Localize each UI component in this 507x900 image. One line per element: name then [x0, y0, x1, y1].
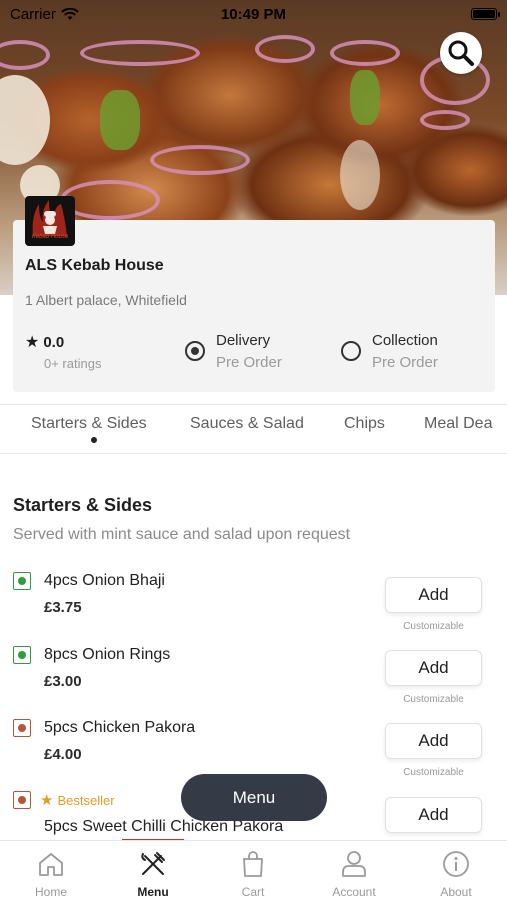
star-icon: ★: [25, 334, 40, 351]
add-button[interactable]: Add: [385, 723, 482, 759]
item-price: £3.75: [44, 599, 82, 616]
fork-knife-icon: [141, 852, 165, 875]
restaurant-name: ALS Kebab House: [25, 257, 164, 274]
active-tab-indicator: [91, 437, 97, 443]
item-price: £3.00: [44, 673, 82, 690]
status-bar: Carrier 10:49 PM: [0, 0, 507, 28]
collection-sub: Pre Order: [372, 354, 438, 371]
item-name: 4pcs Onion Bhaji: [44, 572, 165, 589]
logo-text: Kebab House: [31, 234, 69, 240]
customizable-label: Customizable: [403, 694, 464, 705]
search-button[interactable]: [440, 32, 482, 74]
section-title: Starters & Sides: [13, 495, 153, 515]
nav-menu[interactable]: Menu: [103, 841, 203, 900]
item-price: £4.00: [44, 746, 82, 763]
add-button[interactable]: Add: [385, 797, 482, 833]
nav-account-label: Account: [332, 885, 376, 899]
rating-value: 0.0: [43, 333, 65, 351]
veg-icon: [13, 646, 31, 664]
battery-icon: [471, 8, 500, 20]
delivery-label: Delivery: [216, 332, 271, 349]
non-veg-icon: [13, 719, 31, 737]
nav-home[interactable]: Home: [1, 841, 101, 900]
tab-starters-sides[interactable]: Starters & Sides: [31, 415, 147, 433]
restaurant-address: 1 Albert palace, Whitefield: [25, 292, 187, 308]
radio-selected-icon[interactable]: [185, 341, 205, 361]
tab-meal-deals[interactable]: Meal Dea: [424, 415, 492, 433]
nav-home-label: Home: [34, 885, 67, 899]
radio-unselected-icon[interactable]: [341, 341, 361, 361]
customizable-label: Customizable: [403, 621, 464, 632]
info-icon: [443, 851, 469, 877]
nav-about-label: About: [440, 885, 472, 899]
add-button[interactable]: Add: [385, 650, 482, 686]
bottom-nav: Home Menu Cart Account About: [0, 840, 507, 900]
restaurant-logo: Kebab House: [25, 196, 75, 246]
user-icon: [342, 851, 366, 877]
delivery-option[interactable]: Delivery Pre Order: [185, 332, 282, 371]
add-button[interactable]: Add: [385, 577, 482, 613]
item-name: 5pcs Chicken Pakora: [44, 719, 196, 736]
menu-floating-button[interactable]: Menu: [181, 774, 327, 821]
customizable-label: Customizable: [403, 767, 464, 778]
tab-sauces-salad[interactable]: Sauces & Salad: [190, 415, 304, 433]
restaurant-info-card: Kebab House ALS Kebab House 1 Albert pal…: [13, 196, 495, 392]
collection-label: Collection: [372, 332, 438, 349]
status-time: 10:49 PM: [220, 6, 287, 23]
nav-menu-label: Menu: [137, 885, 169, 899]
rating-count: 0+ ratings: [44, 356, 102, 371]
section-subtitle: Served with mint sauce and salad upon re…: [13, 526, 351, 543]
non-veg-icon: [13, 791, 31, 809]
nav-account[interactable]: Account: [304, 841, 404, 900]
category-tabs: Starters & Sides Sauces & Salad Chips Me…: [0, 404, 507, 454]
nav-about[interactable]: About: [406, 841, 506, 900]
item-name: 8pcs Onion Rings: [44, 646, 171, 663]
search-icon: [448, 40, 474, 66]
home-icon: [39, 853, 63, 876]
rating: ★ 0.0: [25, 332, 64, 352]
bag-icon: [243, 851, 263, 877]
collection-option[interactable]: Collection Pre Order: [341, 332, 438, 371]
bestseller-label: Bestseller: [57, 792, 115, 808]
nav-cart-label: Cart: [241, 885, 265, 899]
tab-chips[interactable]: Chips: [344, 415, 385, 433]
bestseller-badge: ★ Bestseller: [40, 791, 115, 809]
nav-cart[interactable]: Cart: [203, 841, 303, 900]
delivery-sub: Pre Order: [216, 354, 282, 371]
veg-icon: [13, 572, 31, 590]
star-icon: ★: [40, 792, 54, 809]
